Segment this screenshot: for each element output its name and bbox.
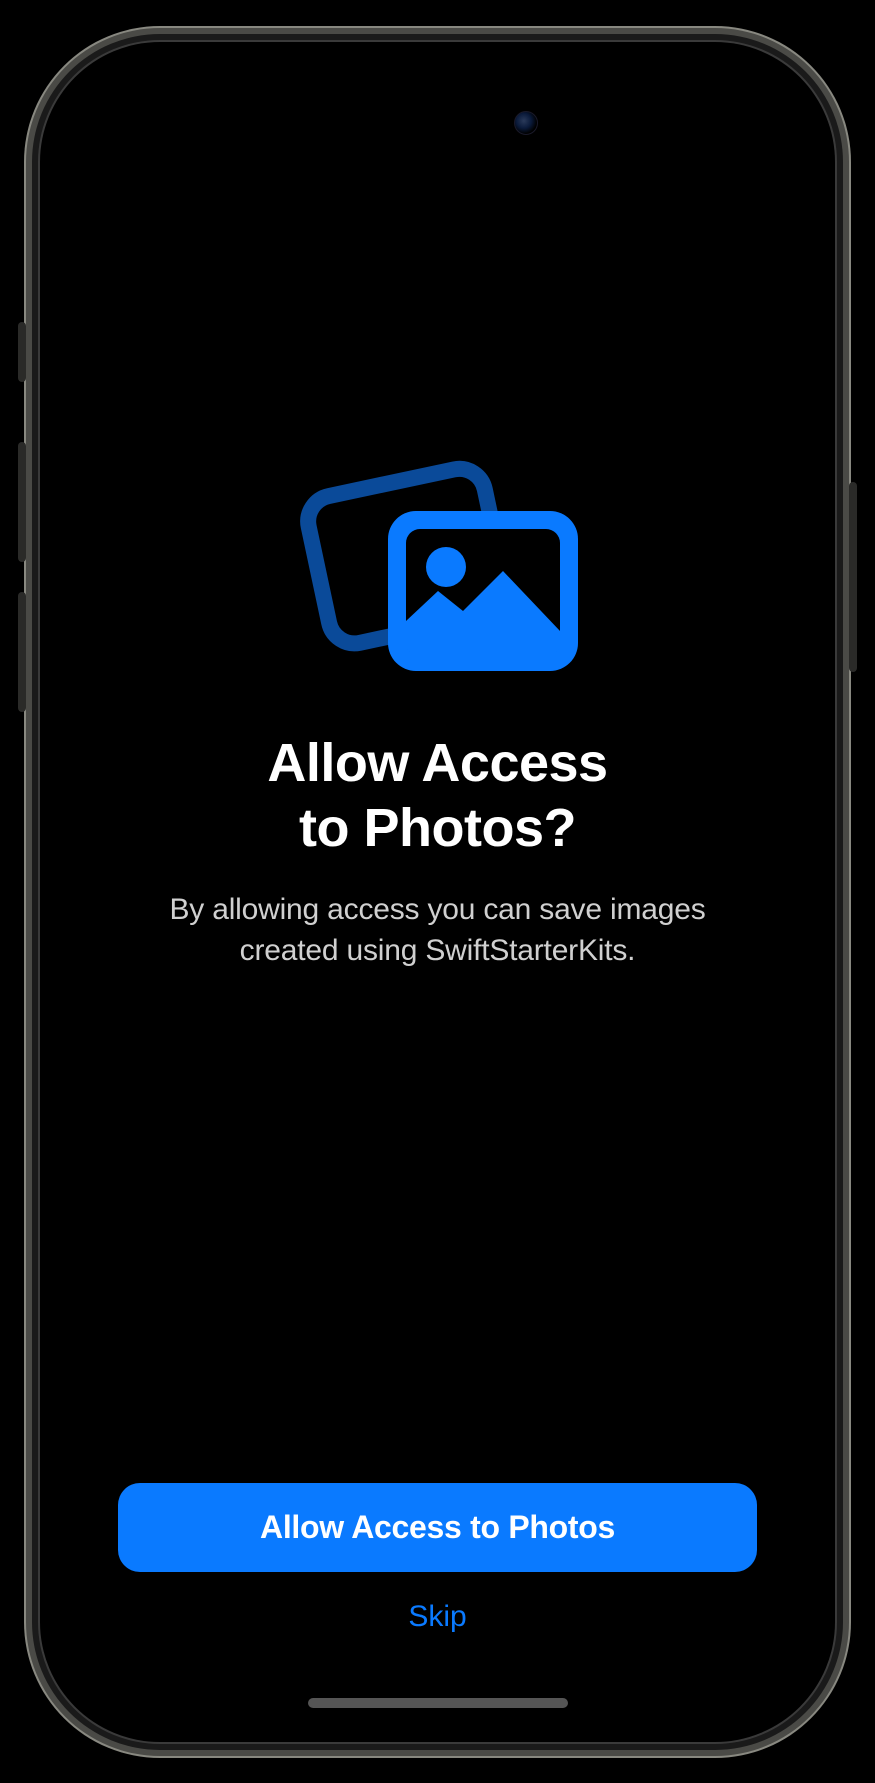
footer-actions: Allow Access to Photos Skip	[58, 1483, 817, 1724]
skip-button[interactable]: Skip	[408, 1600, 466, 1634]
front-camera-icon	[514, 111, 538, 135]
photos-stack-icon	[288, 451, 588, 681]
dynamic-island	[318, 90, 558, 156]
permission-subtitle: By allowing access you can save images c…	[118, 890, 757, 971]
volume-up-button	[18, 442, 26, 562]
screen: Allow Access to Photos? By allowing acce…	[58, 60, 817, 1724]
volume-down-button	[18, 592, 26, 712]
permission-prompt: Allow Access to Photos? By allowing acce…	[58, 60, 817, 1423]
mute-switch	[18, 322, 26, 382]
home-indicator[interactable]	[308, 1698, 568, 1708]
power-button	[849, 482, 857, 672]
phone-frame: Allow Access to Photos? By allowing acce…	[40, 42, 835, 1742]
allow-access-button[interactable]: Allow Access to Photos	[118, 1483, 757, 1572]
permission-title: Allow Access to Photos?	[267, 731, 607, 861]
